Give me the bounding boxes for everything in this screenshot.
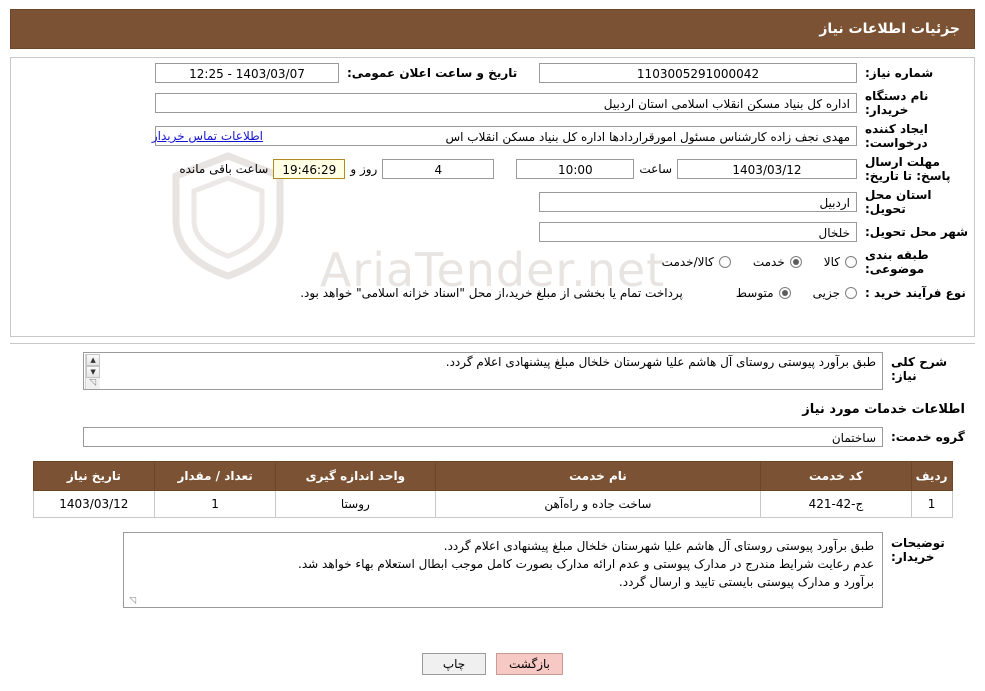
requester-value: مهدی نجف زاده کارشناس مسئول امورقرارداده… — [445, 130, 851, 144]
category-option-kala-khedmat-label: کالا/خدمت — [661, 255, 714, 269]
category-radio-group: کالا خدمت کالا/خدمت — [640, 255, 857, 269]
category-option-kala-label: کالا — [823, 255, 840, 269]
th-row: ردیف — [910, 461, 953, 491]
process-option-jozei[interactable]: جزیی — [813, 286, 857, 300]
details-section: شرح کلی نیاز: ▲ ▼ طبق برآورد پیوستی روست… — [10, 343, 975, 642]
resize-grip-icon[interactable]: ◹ — [86, 378, 96, 388]
radio-khedmat-icon[interactable] — [789, 256, 802, 268]
service-group-value: ساختمان — [83, 427, 883, 447]
table-header-row: ردیف کد خدمت نام خدمت واحد اندازه گیری ت… — [32, 461, 953, 491]
service-group-label: گروه خدمت: — [891, 430, 965, 444]
announce-datetime-value: 1403/03/07 - 12:25 — [155, 63, 339, 83]
buyer-notes-resize-grip-icon[interactable]: ◹ — [126, 596, 136, 606]
process-radio-group: جزیی متوسط — [714, 286, 857, 300]
description-textarea[interactable]: ▲ ▼ طبق برآورد پیوستی روستای آل هاشم علی… — [83, 352, 883, 390]
description-label: شرح کلی نیاز: — [891, 355, 948, 383]
scroll-up-icon[interactable]: ▲ — [86, 354, 100, 366]
buyer-notes-label: توضیحات خریدار: — [891, 536, 945, 564]
process-option-motevasset[interactable]: متوسط — [736, 286, 791, 300]
page-title: جزئیات اطلاعات نیاز — [819, 21, 960, 37]
page-header: جزئیات اطلاعات نیاز — [10, 9, 975, 49]
th-unit: واحد اندازه گیری — [275, 461, 436, 491]
category-option-khedmat-label: خدمت — [752, 255, 785, 269]
row-description: شرح کلی نیاز: ▲ ▼ طبق برآورد پیوستی روست… — [10, 344, 975, 390]
category-label: طبقه بندی موضوعی: — [865, 248, 929, 276]
need-details-page: AriaTender.net جزئیات اطلاعات نیاز شماره… — [0, 0, 985, 691]
delivery-city-value: خلخال — [539, 222, 857, 242]
row-need-number: شماره نیاز: 1103005291000042 تاریخ و ساع… — [10, 62, 975, 84]
requester-label: ایجاد کننده درخواست: — [865, 122, 928, 150]
need-number-label: شماره نیاز: — [865, 66, 934, 80]
buyer-org-label: نام دستگاه خریدار: — [865, 89, 929, 117]
row-city: شهر محل تحویل: خلخال — [10, 221, 975, 243]
days-word: روز و — [350, 162, 378, 176]
remaining-days: 4 — [382, 159, 495, 179]
buyer-notes-line-1: طبق برآورد پیوستی روستای آل هاشم علیا شه… — [443, 539, 874, 553]
delivery-city-label: شهر محل تحویل: — [865, 225, 969, 239]
category-option-kala[interactable]: کالا — [824, 255, 857, 269]
footer-buttons: بازگشت چاپ — [0, 653, 985, 675]
scroll-down-icon[interactable]: ▼ — [86, 366, 100, 378]
buyer-notes-line-3: برآورد و مدارک پیوستی بایستی تایید و ارس… — [618, 575, 874, 589]
print-button[interactable]: چاپ — [422, 653, 486, 675]
deadline-date: 1403/03/12 — [677, 159, 857, 179]
cell-date: 1403/03/12 — [32, 490, 156, 518]
back-button[interactable]: بازگشت — [496, 653, 563, 675]
cell-code: ج-42-421 — [760, 490, 912, 518]
cell-qty: 1 — [154, 490, 276, 518]
row-process-type: نوع فرآیند خرید : جزیی متوسط پرداخت تمام… — [10, 282, 975, 304]
delivery-province-value: اردبیل — [539, 192, 857, 212]
announce-datetime-label: تاریخ و ساعت اعلان عمومی: — [347, 66, 518, 80]
services-section-title: اطلاعات خدمات مورد نیاز — [802, 402, 965, 417]
buyer-notes-textarea[interactable]: طبق برآورد پیوستی روستای آل هاشم علیا شه… — [123, 532, 883, 608]
row-province: استان محل تحویل: اردبیل — [10, 188, 975, 216]
radio-kala-icon[interactable] — [845, 256, 857, 268]
row-service-group: گروه خدمت: ساختمان — [10, 427, 975, 447]
cell-row: 1 — [910, 490, 953, 518]
remaining-time: 19:46:29 — [273, 159, 346, 179]
radio-jozei-icon[interactable] — [845, 287, 857, 299]
buyer-notes-line-2: عدم رعایت شرایط مندرج در مدارک پیوستی و … — [298, 557, 874, 571]
th-qty: تعداد / مقدار — [154, 461, 276, 491]
summary-form: شماره نیاز: 1103005291000042 تاریخ و ساع… — [10, 62, 975, 309]
category-option-kala-khedmat[interactable]: کالا/خدمت — [662, 255, 731, 269]
th-name: نام خدمت — [434, 461, 762, 491]
need-number-value: 1103005291000042 — [539, 63, 857, 83]
th-code: کد خدمت — [760, 461, 912, 491]
deadline-label: مهلت ارسال پاسخ: تا تاریخ: — [865, 155, 951, 183]
row-deadline: مهلت ارسال پاسخ: تا تاریخ: 1403/03/12 سا… — [10, 155, 975, 183]
process-note: پرداخت تمام یا بخشی از مبلغ خرید،از محل … — [300, 286, 683, 300]
remaining-suffix: ساعت باقی مانده — [179, 162, 269, 176]
cell-unit: روستا — [275, 490, 436, 518]
table-row: 1 ج-42-421 ساخت جاده و راه‌آهن روستا 1 1… — [32, 490, 953, 518]
row-buyer-org: نام دستگاه خریدار: اداره کل بنیاد مسکن ا… — [10, 89, 975, 117]
process-option-motevasset-label: متوسط — [735, 286, 774, 300]
services-table: ردیف کد خدمت نام خدمت واحد اندازه گیری ت… — [32, 461, 953, 518]
delivery-province-label: استان محل تحویل: — [865, 188, 932, 216]
radio-motevasset-icon[interactable] — [778, 287, 791, 299]
cell-name: ساخت جاده و راه‌آهن — [434, 490, 762, 518]
row-buyer-notes: توضیحات خریدار: طبق برآورد پیوستی روستای… — [10, 532, 975, 608]
radio-kala-khedmat-icon[interactable] — [718, 256, 731, 268]
hour-label: ساعت — [639, 162, 672, 176]
deadline-time: 10:00 — [516, 159, 635, 179]
process-option-jozei-label: جزیی — [812, 286, 840, 300]
buyer-org-value: اداره کل بنیاد مسکن انقلاب اسلامی استان … — [155, 93, 857, 113]
category-option-khedmat[interactable]: خدمت — [753, 255, 802, 269]
process-label: نوع فرآیند خرید : — [865, 286, 966, 300]
th-date: تاریخ نیاز — [32, 461, 156, 491]
description-value: طبق برآورد پیوستی روستای آل هاشم علیا شه… — [445, 355, 876, 369]
buyer-contact-link[interactable]: اطلاعات تماس خریدار — [152, 129, 263, 143]
row-category: طبقه بندی موضوعی: کالا خدمت کالا/خدمت — [10, 248, 975, 276]
row-requester: ایجاد کننده درخواست: مهدی نجف زاده کارشن… — [10, 122, 975, 150]
